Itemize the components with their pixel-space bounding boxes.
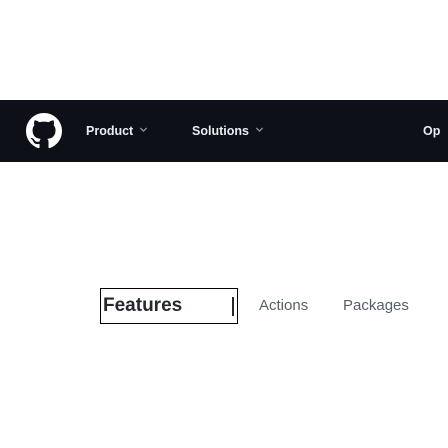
tab-actions-label: Actions (259, 297, 309, 314)
tab-features-label: Features (103, 295, 183, 316)
page: Product Solutions Op Features Actions Pa… (0, 0, 448, 448)
tab-actions[interactable]: Actions (259, 296, 308, 316)
tab-packages-label: Packages (343, 297, 409, 314)
features-subnav: Features Actions Packages (0, 0, 448, 448)
tab-packages[interactable]: Packages (343, 296, 409, 316)
tab-features[interactable]: Features (100, 288, 238, 324)
